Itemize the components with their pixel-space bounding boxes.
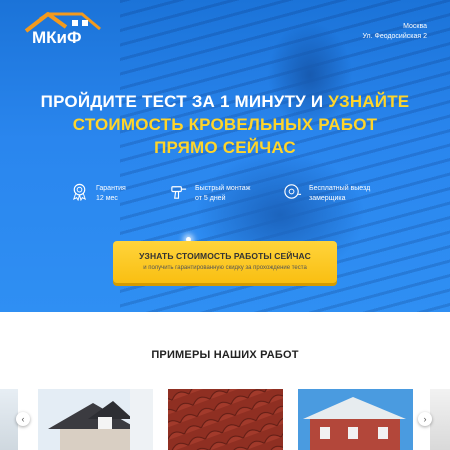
get-price-button[interactable]: УЗНАТЬ СТОИМОСТЬ РАБОТЫ СЕЙЧАС и получит… bbox=[113, 241, 337, 283]
medal-icon bbox=[70, 182, 89, 205]
feature-warranty-value: 12 мес bbox=[96, 194, 118, 202]
gallery-item-house-dark-roof[interactable] bbox=[38, 389, 153, 450]
feature-measure-title: Бесплатный выезд bbox=[309, 184, 371, 192]
feature-installation-value: от 5 дней bbox=[195, 194, 226, 202]
hero-section: МКиФ Москва Ул. Феодосийская 2 ПРОЙДИТЕ … bbox=[0, 0, 450, 312]
house-photo bbox=[38, 389, 153, 450]
feature-warranty: Гарантия 12 мес bbox=[70, 182, 126, 205]
feature-warranty-title: Гарантия bbox=[96, 184, 126, 192]
chevron-left-icon: ‹ bbox=[21, 414, 25, 424]
get-price-button-label: УЗНАТЬ СТОИМОСТЬ РАБОТЫ СЕЙЧАС bbox=[139, 251, 311, 261]
feature-measure: Бесплатный выезд замерщика bbox=[283, 182, 370, 205]
drill-icon bbox=[169, 182, 188, 205]
address-city: Москва bbox=[403, 23, 427, 30]
headline-line1-yellow: УЗНАЙТЕ bbox=[328, 92, 410, 111]
headline-line1-white: ПРОЙДИТЕ ТЕСТ ЗА 1 МИНУТУ И bbox=[40, 92, 329, 111]
address-block: Москва Ул. Феодосийская 2 bbox=[363, 22, 427, 42]
logo[interactable]: МКиФ bbox=[22, 11, 110, 47]
features-row: Гарантия 12 мес Быстрый монтаж от 5 дней Б… bbox=[0, 182, 450, 212]
tape-measure-icon bbox=[283, 182, 302, 205]
feature-measure-value: замерщика bbox=[309, 194, 346, 202]
works-gallery bbox=[0, 389, 450, 450]
headline-line1: ПРОЙДИТЕ ТЕСТ ЗА 1 МИНУТУ И УЗНАЙТЕ bbox=[0, 90, 450, 113]
gallery-item-brick-house[interactable] bbox=[298, 389, 413, 450]
gallery-item-tiles[interactable] bbox=[168, 389, 283, 450]
headline-line3: ПРЯМО СЕЙЧАС bbox=[154, 138, 296, 157]
chevron-right-icon: › bbox=[423, 414, 427, 424]
feature-installation-title: Быстрый монтаж bbox=[195, 184, 251, 192]
get-price-button-sublabel: и получить гарантированную скидку за про… bbox=[143, 265, 307, 271]
works-title: ПРИМЕРЫ НАШИХ РАБОТ bbox=[151, 349, 299, 361]
tiles-photo bbox=[168, 389, 283, 450]
gallery-item-partial-right[interactable] bbox=[430, 389, 450, 450]
gallery-next-button[interactable]: › bbox=[418, 412, 432, 426]
brick-house-photo bbox=[298, 389, 413, 450]
feature-installation: Быстрый монтаж от 5 дней bbox=[169, 182, 250, 205]
gallery-prev-button[interactable]: ‹ bbox=[16, 412, 30, 426]
address-street: Ул. Феодосийская 2 bbox=[362, 33, 427, 40]
headline: ПРОЙДИТЕ ТЕСТ ЗА 1 МИНУТУ И УЗНАЙТЕ СТОИ… bbox=[0, 90, 450, 159]
logo-text: МКиФ bbox=[32, 28, 82, 47]
headline-line2: СТОИМОСТЬ КРОВЕЛЬНЫХ РАБОТ bbox=[72, 115, 378, 134]
